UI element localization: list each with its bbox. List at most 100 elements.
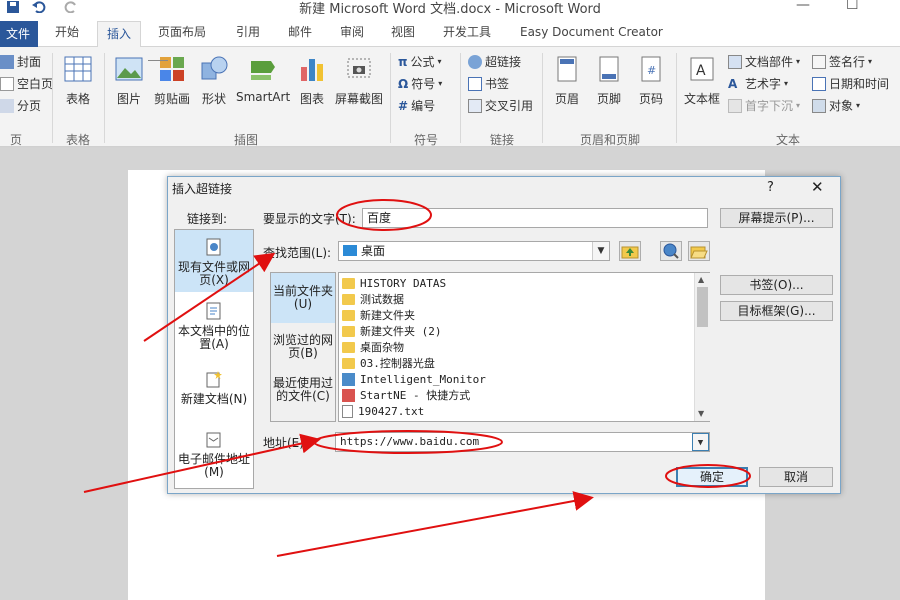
smartart-button[interactable]: SmartArt bbox=[236, 55, 290, 104]
picture-button[interactable]: 图片 bbox=[111, 55, 147, 107]
tab-developer[interactable]: 开发工具 bbox=[443, 23, 491, 47]
list-item[interactable]: Intelligent_Monitor bbox=[342, 371, 486, 387]
pages-group-label: 页 bbox=[10, 133, 23, 147]
tab-home[interactable]: 开始 bbox=[55, 23, 79, 47]
link-to-label: 链接到: bbox=[187, 212, 228, 226]
bookmark-button[interactable]: 书签 bbox=[468, 75, 509, 92]
screenshot-icon bbox=[347, 58, 371, 78]
display-text-label: 要显示的文字(T): bbox=[263, 212, 356, 226]
illustrations-group-label: 插图 bbox=[234, 133, 259, 147]
current-folder-tab[interactable]: 当前文件夹(U) bbox=[271, 273, 335, 323]
footer-button[interactable]: 页脚 bbox=[592, 55, 626, 107]
look-in-label: 查找范围(L): bbox=[263, 246, 332, 260]
symbol-button[interactable]: Ω 符号 ▾ bbox=[398, 75, 442, 92]
tab-mailings[interactable]: 邮件 bbox=[288, 23, 312, 47]
wordart-button[interactable]: A 艺术字 ▾ bbox=[728, 75, 788, 92]
header-button[interactable]: 页眉 bbox=[550, 55, 584, 107]
browse-web-button[interactable] bbox=[660, 241, 682, 261]
look-in-side-tabs: 当前文件夹(U) 浏览过的网页(B) 最近使用过的文件(C) bbox=[270, 272, 336, 422]
list-item[interactable]: 03.控制器光盘 bbox=[342, 355, 435, 371]
maximize-button[interactable]: ☐ bbox=[846, 0, 859, 13]
blank-page-button[interactable]: 空白页 bbox=[0, 75, 53, 92]
place-in-document-option[interactable]: 本文档中的位置(A) bbox=[175, 302, 253, 352]
browse-web-icon bbox=[663, 243, 679, 259]
textbox-button[interactable]: A 文本框 bbox=[682, 55, 722, 107]
chevron-down-icon[interactable]: ▼ bbox=[692, 433, 709, 451]
shortcut-icon bbox=[342, 388, 355, 402]
email-icon bbox=[206, 432, 221, 448]
signature-line-button[interactable]: 签名行 ▾ bbox=[812, 53, 872, 70]
email-address-option[interactable]: 电子邮件地址(M) bbox=[175, 430, 253, 480]
object-button[interactable]: 对象 ▾ bbox=[812, 97, 860, 114]
document-place-icon bbox=[206, 302, 221, 320]
tab-file[interactable]: 文件 bbox=[0, 21, 38, 47]
drop-cap-button[interactable]: 首字下沉 ▾ bbox=[728, 97, 800, 114]
screen-tip-button[interactable]: 屏幕提示(P)... bbox=[720, 208, 833, 228]
close-button[interactable]: ✕ bbox=[811, 178, 824, 196]
new-document-icon bbox=[206, 371, 222, 388]
bookmark-dialog-button[interactable]: 书签(O)... bbox=[720, 275, 833, 295]
list-item[interactable]: 新建文件夹 (2) bbox=[342, 323, 442, 339]
insert-hyperlink-dialog: 插入超链接 ? ✕ 链接到: 要显示的文字(T): 百度 屏幕提示(P)... … bbox=[167, 176, 841, 494]
list-item[interactable]: StartNE - 快捷方式 bbox=[342, 387, 470, 403]
ribbon: 封面 空白页 分页 页 表格 表格 图片 剪贴画 形状 SmartArt 图表 … bbox=[0, 47, 900, 147]
list-item[interactable]: 新建文件夹 bbox=[342, 307, 415, 323]
scroll-up-icon[interactable]: ▲ bbox=[698, 275, 704, 284]
page-corner-mark bbox=[148, 60, 168, 61]
separator bbox=[460, 53, 461, 143]
equation-button[interactable]: π 公式 ▾ bbox=[398, 53, 442, 70]
page-break-button[interactable]: 分页 bbox=[0, 97, 41, 114]
list-item[interactable]: 测试数据 bbox=[342, 291, 404, 307]
file-list-scrollbar[interactable]: ▲ ▼ bbox=[694, 273, 710, 421]
target-frame-button[interactable]: 目标框架(G)... bbox=[720, 301, 833, 321]
folder-icon bbox=[342, 309, 355, 321]
quick-parts-button[interactable]: 文档部件 ▾ bbox=[728, 53, 800, 70]
list-item[interactable]: 桌面杂物 bbox=[342, 339, 404, 355]
chevron-down-icon[interactable]: ▼ bbox=[592, 242, 609, 260]
look-in-value: 桌面 bbox=[361, 244, 386, 258]
tab-insert[interactable]: 插入 bbox=[97, 21, 142, 48]
up-folder-button[interactable] bbox=[619, 241, 641, 261]
recent-files-tab[interactable]: 最近使用过的文件(C) bbox=[271, 373, 335, 418]
address-input[interactable]: https://www.baidu.com ▼ bbox=[335, 432, 710, 452]
shapes-button[interactable]: 形状 bbox=[196, 55, 232, 107]
picture-icon bbox=[115, 57, 143, 81]
existing-file-or-webpage-option[interactable]: 现有文件或网页(X) bbox=[175, 230, 253, 292]
tab-page-layout[interactable]: 页面布局 bbox=[158, 23, 206, 47]
tab-view[interactable]: 视图 bbox=[391, 23, 415, 47]
list-item[interactable]: 190427.txt bbox=[342, 403, 424, 419]
cross-reference-button[interactable]: 交叉引用 bbox=[468, 97, 533, 114]
clip-art-button[interactable]: 剪贴画 bbox=[150, 55, 194, 107]
tab-easy-document-creator[interactable]: Easy Document Creator bbox=[520, 23, 663, 47]
browsed-pages-tab[interactable]: 浏览过的网页(B) bbox=[271, 328, 335, 368]
scrollbar-thumb[interactable] bbox=[697, 287, 708, 327]
table-button[interactable]: 表格 bbox=[60, 55, 96, 107]
page-number-button[interactable]: # 页码 bbox=[634, 55, 668, 107]
display-text-input[interactable]: 百度 bbox=[362, 208, 708, 228]
help-button[interactable]: ? bbox=[767, 180, 774, 195]
svg-text:#: # bbox=[647, 64, 656, 77]
shapes-icon bbox=[201, 56, 228, 80]
screenshot-button[interactable]: 屏幕截图 bbox=[332, 55, 386, 107]
address-value: https://www.baidu.com bbox=[340, 435, 480, 448]
create-new-document-option[interactable]: 新建文档(N) bbox=[175, 370, 253, 410]
minimize-button[interactable]: — bbox=[796, 0, 810, 13]
ok-button[interactable]: 确定 bbox=[676, 467, 748, 487]
footer-icon bbox=[599, 56, 619, 82]
hyperlink-button[interactable]: 超链接 bbox=[468, 53, 521, 70]
desktop-icon bbox=[343, 245, 357, 256]
date-time-button[interactable]: 日期和时间 bbox=[812, 75, 889, 92]
table-icon bbox=[64, 56, 92, 82]
cancel-button[interactable]: 取消 bbox=[759, 467, 833, 487]
tab-references[interactable]: 引用 bbox=[236, 23, 260, 47]
scroll-down-icon[interactable]: ▼ bbox=[698, 409, 704, 418]
svg-text:A: A bbox=[696, 63, 706, 79]
look-in-select[interactable]: 桌面 ▼ bbox=[338, 241, 610, 261]
numbering-button[interactable]: # 编号 bbox=[398, 97, 435, 114]
tab-review[interactable]: 审阅 bbox=[340, 23, 364, 47]
list-item[interactable]: HISTORY DATAS bbox=[342, 275, 446, 291]
browse-file-button[interactable] bbox=[688, 241, 710, 261]
chart-button[interactable]: 图表 bbox=[294, 55, 330, 107]
cover-page-button[interactable]: 封面 bbox=[0, 53, 41, 70]
table-group-label: 表格 bbox=[66, 133, 91, 147]
